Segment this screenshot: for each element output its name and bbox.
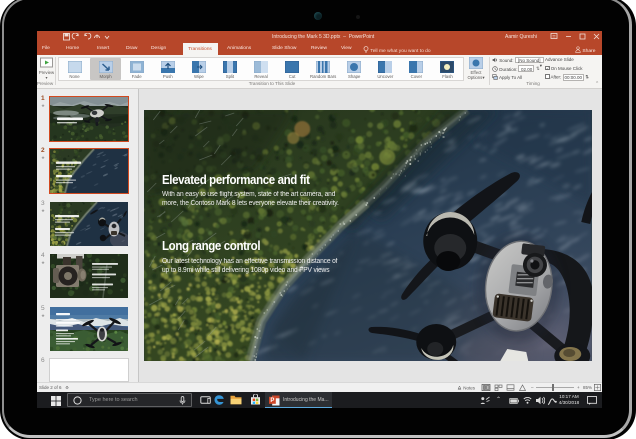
svg-text:P: P [270, 398, 274, 404]
